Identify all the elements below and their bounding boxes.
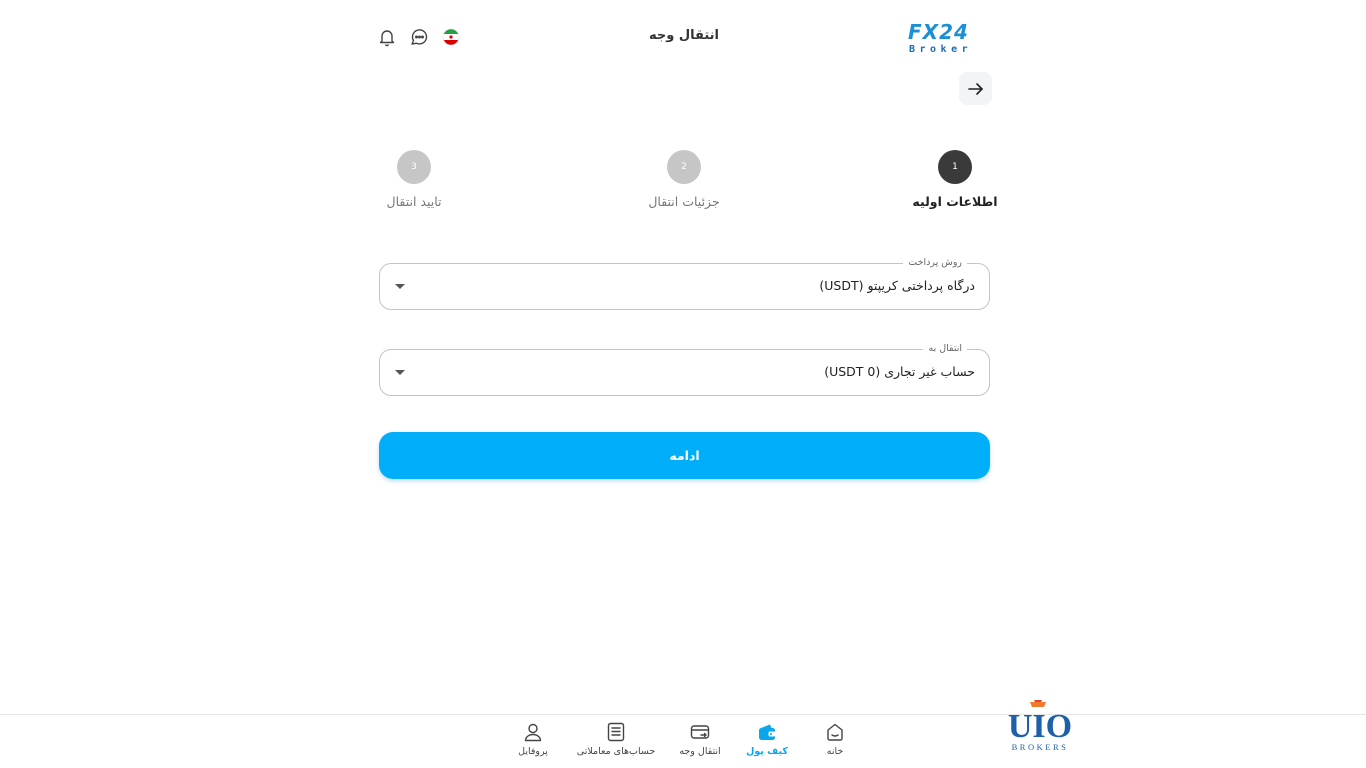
uio-logo-text: UIO <box>1008 708 1072 745</box>
step-number-badge: 1 <box>938 150 972 184</box>
transfer-to-value: حساب غیر تجاری (USDT 0) <box>824 364 975 379</box>
step-number-badge: 2 <box>667 150 701 184</box>
dropdown-caret-icon <box>395 284 405 289</box>
payment-method-value: درگاه پرداختی کریپتو (USDT) <box>819 278 975 293</box>
page-title: انتقال وجه <box>648 28 720 43</box>
bottom-nav: خانه کیف پول انتقال وجه حس <box>0 714 1366 768</box>
step-label: جزئیات انتقال <box>648 194 720 209</box>
arrow-right-icon <box>967 82 983 95</box>
back-button[interactable] <box>959 72 992 105</box>
step-initial-info: 1 اطلاعات اولیه <box>912 150 998 209</box>
continue-button[interactable]: ادامه <box>379 432 990 479</box>
logo-main-text: FX24 <box>908 20 969 44</box>
notification-bell-icon[interactable] <box>376 26 398 48</box>
nav-item-wallet[interactable]: کیف پول <box>744 721 790 757</box>
nav-label: پروفایل <box>518 746 548 757</box>
profile-icon <box>524 723 542 742</box>
nav-label: انتقال وجه <box>679 746 721 757</box>
logo-sub-text: Broker <box>909 44 972 54</box>
step-label: تایید انتقال <box>386 194 442 209</box>
home-icon <box>827 723 843 741</box>
transfer-icon <box>690 725 710 739</box>
page: انتقال وجه FX24 Broker 1 اطلاعات اولیه 2… <box>0 0 1366 768</box>
accounts-icon <box>607 722 625 742</box>
payment-method-select[interactable]: روش پرداخت درگاه پرداختی کریپتو (USDT) <box>379 257 990 310</box>
dropdown-caret-icon <box>395 370 405 375</box>
transfer-to-label: انتقال به <box>923 343 967 355</box>
uio-brokers-logo: UIO BROKERS <box>1006 698 1074 754</box>
transfer-to-select[interactable]: انتقال به حساب غیر تجاری (USDT 0) <box>379 343 990 396</box>
stepper: 1 اطلاعات اولیه 2 جزئیات انتقال 3 تایید … <box>376 150 998 220</box>
step-number-badge: 3 <box>397 150 431 184</box>
wallet-icon <box>759 724 776 740</box>
nav-item-transfer[interactable]: انتقال وجه <box>674 721 726 757</box>
nav-label: خانه <box>826 746 844 757</box>
nav-item-trading-accounts[interactable]: حساب‌های معاملاتی <box>568 721 664 757</box>
language-flag-icon[interactable] <box>440 26 462 48</box>
step-confirm-transfer: 3 تایید انتقال <box>381 150 447 209</box>
uio-logo-subtext: BROKERS <box>1012 742 1069 752</box>
nav-label: کیف پول <box>746 746 788 757</box>
fx24-broker-logo[interactable]: FX24 Broker <box>908 20 992 55</box>
header-actions <box>376 26 462 48</box>
step-label: اطلاعات اولیه <box>912 194 998 209</box>
payment-method-label: روش پرداخت <box>903 257 967 269</box>
step-transfer-details: 2 جزئیات انتقال <box>646 150 722 209</box>
nav-item-home[interactable]: خانه <box>820 721 850 757</box>
chat-support-icon[interactable] <box>408 26 430 48</box>
nav-item-profile[interactable]: پروفایل <box>512 721 554 757</box>
nav-label: حساب‌های معاملاتی <box>576 746 656 757</box>
header: انتقال وجه FX24 Broker <box>376 18 992 58</box>
